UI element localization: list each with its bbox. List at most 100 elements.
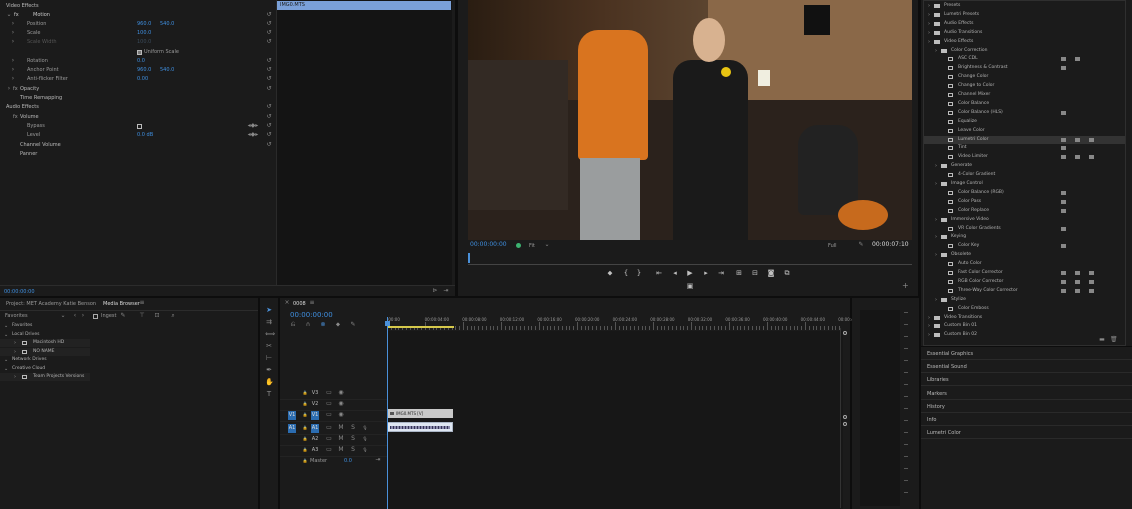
effect-controls-timeline[interactable]: IMG0.MTS (276, 0, 452, 285)
slip-icon[interactable]: ⊢ (265, 355, 273, 362)
effects-tree-item[interactable]: › Audio Transitions (924, 29, 1125, 37)
effects-tree-item[interactable]: Three-Way Color Corrector (924, 287, 1125, 295)
effects-tree-item[interactable]: Fast Color Corrector (924, 269, 1125, 277)
hand-icon[interactable]: ✋ (265, 379, 274, 386)
reset-icon[interactable]: ↺ (266, 21, 272, 27)
tab-project[interactable]: Project: MET Academy Katie Benson (6, 301, 96, 307)
chevron-down-icon[interactable]: ⌄ (544, 242, 550, 248)
program-scrubber[interactable] (468, 253, 912, 265)
filter-icon[interactable]: ⊤ (139, 313, 145, 319)
export-frame-icon[interactable]: ◙ (767, 270, 775, 277)
time-remapping-row[interactable]: Time Remapping (20, 95, 62, 101)
effect-clip-bar[interactable]: IMG0.MTS (277, 1, 451, 10)
effects-tree-item[interactable]: Change Color (924, 73, 1125, 81)
ingest-checkbox[interactable] (93, 314, 98, 319)
effects-tree-item[interactable]: Color Balance (RGB) (924, 189, 1125, 197)
insert-icon[interactable]: ⊞ (735, 270, 743, 277)
tab-media-browser[interactable]: Media Browser (103, 301, 140, 307)
panel-header[interactable]: Info (927, 417, 936, 423)
effects-tree-item[interactable]: 4-Color Gradient (924, 171, 1125, 179)
step-back-icon[interactable]: ◂ (671, 270, 679, 277)
chevron-down-icon[interactable]: › (935, 180, 937, 188)
bypass-checkbox[interactable] (137, 124, 142, 129)
chevron-down-icon[interactable]: › (928, 38, 930, 46)
track-name[interactable]: A3 (311, 446, 319, 455)
effects-tree-item[interactable]: VR Color Gradients (924, 225, 1125, 233)
type-tool-icon[interactable]: T (265, 391, 273, 398)
uniform-scale-checkbox[interactable] (137, 50, 142, 55)
lock-icon[interactable]: 🔒 (302, 458, 308, 464)
property-value[interactable]: 100.0 (137, 39, 151, 45)
property-value[interactable]: 0.00 (137, 76, 148, 82)
mute-button[interactable]: M (338, 447, 344, 453)
mic-icon[interactable]: 🎙 (362, 425, 368, 431)
property-value[interactable]: 0.0 (137, 58, 145, 64)
reset-icon[interactable]: ↺ (266, 104, 272, 110)
effects-tree-item[interactable]: Color Balance (HLS) (924, 109, 1125, 117)
chevron-right-icon[interactable]: › (10, 39, 16, 45)
forward-icon[interactable]: › (80, 313, 86, 319)
track-name[interactable]: V2 (311, 400, 319, 409)
play-icon[interactable]: ▶ (686, 270, 694, 277)
panel-header[interactable]: Essential Sound (927, 364, 967, 370)
scroll-handle-mid[interactable] (843, 415, 847, 419)
effects-tree-item[interactable]: Auto Color (924, 260, 1125, 268)
eye-icon[interactable]: ◉ (338, 401, 344, 407)
effects-tree-item[interactable]: Equalize (924, 118, 1125, 126)
chevron-right-icon[interactable]: › (14, 339, 16, 347)
effects-tree-item[interactable]: Leave Color (924, 127, 1125, 135)
lock-icon[interactable]: 🔒 (302, 436, 308, 442)
effects-tree-item[interactable]: Color Replace (924, 207, 1125, 215)
chevron-right-icon[interactable]: › (10, 30, 16, 36)
property-value[interactable]: 960.0 (137, 67, 151, 73)
tab-sequence[interactable]: 0008 (293, 301, 306, 307)
source-patch[interactable]: V1 (288, 411, 296, 420)
mic-icon[interactable]: 🎙 (362, 447, 368, 453)
sync-lock-icon[interactable]: ▭ (326, 412, 332, 418)
add-button-icon[interactable]: + (902, 282, 909, 290)
go-to-out-icon[interactable]: ⇥ (717, 270, 725, 277)
motion-row[interactable]: Motion (33, 12, 50, 18)
chevron-right-icon[interactable]: › (14, 373, 16, 381)
reset-icon[interactable]: ↺ (266, 123, 272, 129)
linked-icon[interactable]: ⊗ (320, 322, 326, 328)
chevron-down-icon[interactable]: › (935, 216, 937, 224)
effects-tree-item[interactable]: Video Limiter (924, 153, 1125, 161)
keyframe-nav-icon[interactable]: ◂◆▸ (244, 123, 262, 129)
quality-dropdown[interactable]: Full (828, 243, 837, 249)
chevron-down-icon[interactable]: › (935, 296, 937, 304)
chevron-right-icon[interactable]: › (14, 348, 16, 356)
wrench-icon[interactable]: ✎ (858, 242, 864, 248)
effects-tree-item[interactable]: Brightness & Contrast (924, 64, 1125, 72)
program-playhead[interactable] (468, 253, 470, 263)
effects-tree-item[interactable]: › Stylize (924, 296, 1125, 304)
compare-icon[interactable]: ⧉ (783, 270, 791, 277)
go-to-in-icon[interactable]: ⇤ (655, 270, 663, 277)
scroll-handle-top[interactable] (843, 331, 847, 335)
chevron-right-icon[interactable]: ⌄ (4, 322, 8, 330)
effects-tree-item[interactable]: › Image Control (924, 180, 1125, 188)
effect-controls-timecode[interactable]: 00:00:00:00 (4, 289, 35, 295)
effects-tree-item[interactable]: › Custom Bin 02 (924, 331, 1125, 339)
eye-icon[interactable]: ◉ (338, 412, 344, 418)
effects-tree-item[interactable]: Color Balance (924, 100, 1125, 108)
chevron-right-icon[interactable]: › (6, 86, 12, 92)
panel-header[interactable]: History (927, 404, 945, 410)
property-value[interactable]: 100.0 (137, 30, 151, 36)
panel-header[interactable]: Lumetri Color (927, 430, 961, 436)
reset-icon[interactable]: ↺ (266, 30, 272, 36)
program-timecode[interactable]: 00:00:00:00 (470, 242, 507, 248)
media-browser-item[interactable]: › Team Projects Versions (0, 373, 90, 381)
chevron-right-icon[interactable]: › (10, 67, 16, 73)
solo-button[interactable]: S (350, 436, 356, 442)
track-select-icon[interactable]: ⇉ (265, 319, 273, 326)
scroll-handle-mid2[interactable] (843, 422, 847, 426)
sync-lock-icon[interactable]: ▭ (326, 425, 332, 431)
effects-tree-item[interactable]: › Generate (924, 162, 1125, 170)
effects-tree-item[interactable]: Tint (924, 144, 1125, 152)
razor-icon[interactable]: ✂ (265, 343, 273, 350)
effects-tree-item[interactable]: › Audio Effects (924, 20, 1125, 28)
effects-tree-item[interactable]: › Immersive Video (924, 216, 1125, 224)
work-area-bar[interactable] (388, 326, 454, 328)
track-name[interactable]: V1 (311, 411, 319, 420)
